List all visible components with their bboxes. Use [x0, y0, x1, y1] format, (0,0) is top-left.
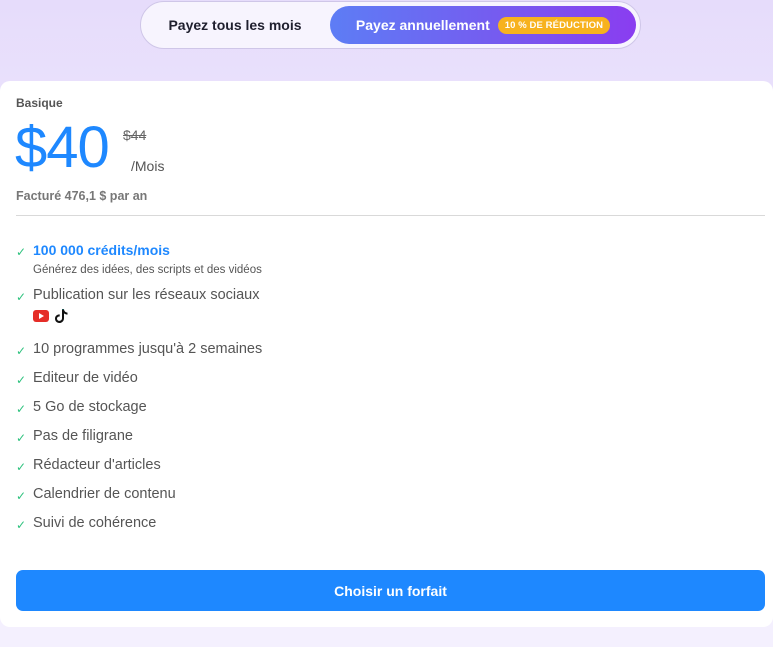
feature-text: 5 Go de stockage [33, 399, 147, 415]
plan-name: Basique [16, 96, 63, 110]
choose-plan-button[interactable]: Choisir un forfait [16, 570, 765, 611]
divider [16, 215, 765, 216]
check-icon: ✓ [16, 344, 27, 358]
billing-toggle: Payez tous les mois Payez annuellement 1… [140, 1, 641, 49]
billed-note: Facturé 476,1 $ par an [16, 189, 148, 203]
feature-text: 10 programmes jusqu'à 2 semaines [33, 341, 263, 357]
feature-item: ✓ Pas de filigrane [16, 427, 262, 446]
feature-item: ✓ 10 programmes jusqu'à 2 semaines [16, 340, 262, 359]
social-icons [33, 309, 259, 323]
feature-item: ✓ Suivi de cohérence [16, 514, 262, 533]
feature-item: ✓ Calendrier de contenu [16, 485, 262, 504]
feature-subtext: Générez des idées, des scripts et des vi… [33, 264, 262, 276]
check-icon: ✓ [16, 402, 27, 416]
feature-item: ✓ 100 000 crédits/mois Générez des idées… [16, 241, 262, 276]
discount-badge: 10 % DE RÉDUCTION [497, 16, 611, 34]
check-icon: ✓ [16, 460, 27, 474]
tiktok-icon [55, 309, 68, 323]
check-icon: ✓ [16, 518, 27, 532]
annual-billing-label: Payez annuellement [355, 17, 490, 33]
monthly-billing-label: Payez tous les mois [168, 17, 302, 33]
feature-list: ✓ 100 000 crédits/mois Générez des idées… [16, 241, 262, 543]
feature-text: Calendrier de contenu [33, 486, 176, 502]
feature-item: ✓ 5 Go de stockage [16, 398, 262, 417]
feature-text: Suivi de cohérence [33, 515, 157, 531]
feature-text: Publication sur les réseaux sociaux [33, 287, 260, 303]
feature-text: Pas de filigrane [33, 428, 133, 444]
check-icon: ✓ [16, 489, 27, 503]
check-icon: ✓ [16, 290, 27, 304]
plan-price: $40 [15, 115, 110, 180]
pricing-card: Basique $40 $44 /Mois Facturé 476,1 $ pa… [0, 81, 773, 627]
monthly-billing-option[interactable]: Payez tous les mois [145, 6, 325, 44]
check-icon: ✓ [16, 431, 27, 445]
youtube-icon [33, 310, 49, 322]
feature-text: 100 000 crédits/mois [33, 242, 170, 258]
feature-text: Rédacteur d'articles [33, 457, 161, 473]
check-icon: ✓ [16, 245, 27, 259]
annual-billing-option[interactable]: Payez annuellement 10 % DE RÉDUCTION [330, 6, 636, 44]
feature-item: ✓ Editeur de vidéo [16, 369, 262, 388]
plan-old-price: $44 [123, 127, 147, 143]
check-icon: ✓ [16, 373, 27, 387]
feature-text: Editeur de vidéo [33, 370, 138, 386]
feature-item: ✓ Publication sur les réseaux sociaux [16, 286, 262, 323]
feature-item: ✓ Rédacteur d'articles [16, 456, 262, 475]
plan-period: /Mois [131, 158, 165, 174]
